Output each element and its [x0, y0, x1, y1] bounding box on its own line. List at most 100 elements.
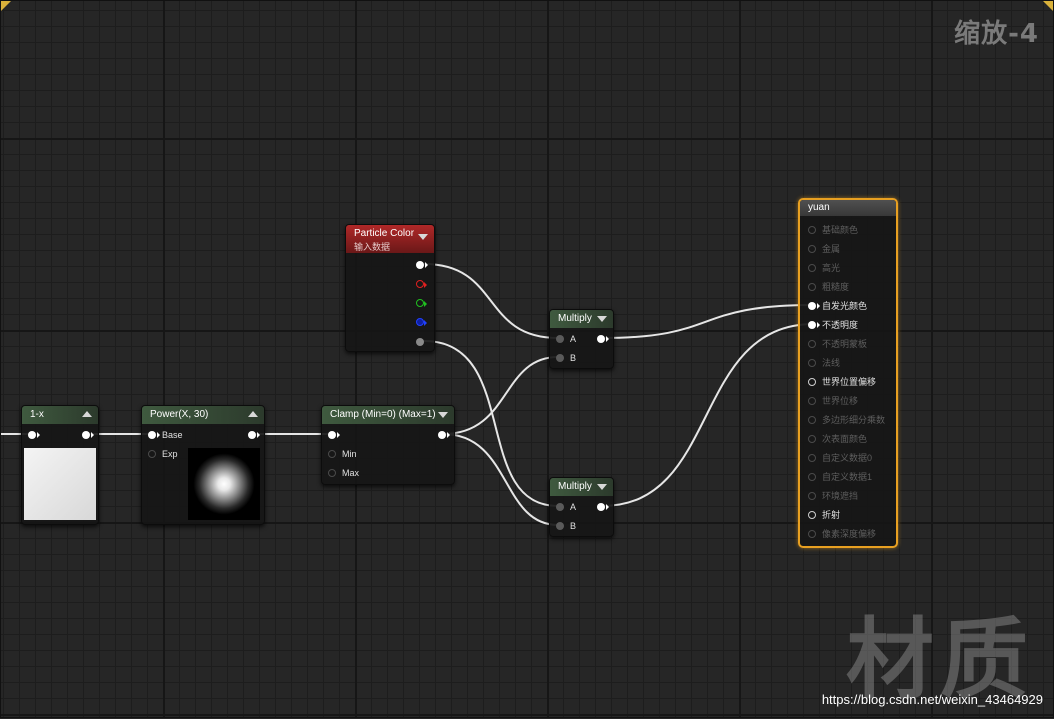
multiply-bottom-a-pin-row[interactable]: A — [556, 500, 576, 514]
material-output-pin-row[interactable]: 像素深度偏移 — [808, 527, 876, 541]
material-output-pin-label: 多边形细分乘数 — [822, 415, 886, 425]
collapse-arrow-icon[interactable] — [597, 484, 607, 490]
input-pin-icon[interactable] — [808, 320, 820, 329]
multiply-bottom-node[interactable]: Multiply A B — [549, 477, 614, 537]
output-pin-icon[interactable] — [82, 430, 94, 439]
alpha-channel-pin-icon[interactable] — [416, 337, 424, 346]
material-output-pin-label: 基础颜色 — [822, 225, 859, 235]
input-pin-icon[interactable] — [556, 353, 564, 362]
material-output-pin-row[interactable]: 粗糙度 — [808, 280, 849, 294]
power-output-pin-row[interactable] — [248, 428, 260, 442]
collapse-arrow-icon[interactable] — [418, 234, 428, 240]
clamp-input-pin-row[interactable] — [328, 428, 340, 442]
material-output-pin-row[interactable]: 不透明蒙板 — [808, 337, 867, 351]
output-pin-icon[interactable] — [597, 502, 609, 511]
collapse-arrow-icon[interactable] — [248, 411, 258, 417]
particle-g-pin-row[interactable] — [416, 296, 427, 310]
particle-r-pin-row[interactable] — [416, 277, 427, 291]
particle-b-pin-row[interactable] — [416, 315, 427, 329]
material-output-header[interactable]: yuan — [800, 200, 896, 216]
clamp-output-pin-row[interactable] — [438, 428, 450, 442]
particle-rgb-pin-row[interactable] — [416, 258, 428, 272]
material-output-pin-row[interactable]: 金属 — [808, 242, 840, 256]
input-pin-icon[interactable] — [808, 244, 816, 253]
collapse-arrow-icon[interactable] — [82, 411, 92, 417]
input-pin-icon[interactable] — [808, 491, 816, 500]
input-pin-icon[interactable] — [808, 358, 816, 367]
material-output-pin-row[interactable]: 高光 — [808, 261, 840, 275]
material-output-pin-row[interactable]: 基础颜色 — [808, 223, 858, 237]
multiply-top-a-pin-row[interactable]: A — [556, 332, 576, 346]
clamp-max-pin-row[interactable]: Max — [328, 466, 359, 480]
input-pin-icon[interactable] — [328, 430, 340, 439]
multiply-top-b-pin-row[interactable]: B — [556, 351, 576, 365]
input-pin-icon[interactable] — [148, 430, 160, 439]
input-pin-icon[interactable] — [28, 430, 40, 439]
multiply-bottom-output-pin-row[interactable] — [597, 500, 609, 514]
input-pin-icon[interactable] — [808, 301, 820, 310]
clamp-header[interactable]: Clamp (Min=0) (Max=1) — [322, 406, 454, 424]
multiply-bottom-header[interactable]: Multiply — [550, 478, 613, 496]
collapse-arrow-icon[interactable] — [438, 412, 448, 418]
input-pin-icon[interactable] — [808, 263, 816, 272]
red-channel-pin-icon[interactable] — [416, 279, 427, 288]
material-output-pin-row[interactable]: 世界位移 — [808, 394, 858, 408]
input-pin-icon[interactable] — [808, 282, 816, 291]
multiply-top-header[interactable]: Multiply — [550, 310, 613, 328]
input-pin-icon[interactable] — [328, 468, 336, 477]
input-pin-icon[interactable] — [148, 449, 156, 458]
material-output-pin-row[interactable]: 世界位置偏移 — [808, 375, 876, 389]
blue-channel-pin-icon[interactable] — [416, 317, 427, 326]
one-minus-header[interactable]: 1-x — [22, 406, 98, 424]
material-output-pin-row[interactable]: 多边形细分乘数 — [808, 413, 885, 427]
input-pin-icon[interactable] — [808, 339, 816, 348]
particle-color-node[interactable]: Particle Color 输入数据 — [345, 224, 435, 352]
green-channel-pin-icon[interactable] — [416, 298, 427, 307]
multiply-top-node[interactable]: Multiply A B — [549, 309, 614, 369]
input-pin-icon[interactable] — [808, 396, 816, 405]
multiply-top-output-pin-row[interactable] — [597, 332, 609, 346]
material-output-pin-row[interactable]: 次表面颜色 — [808, 432, 867, 446]
one-minus-output-pin-row[interactable] — [82, 428, 94, 442]
material-output-pin-label: 自定义数据1 — [822, 472, 873, 482]
clamp-min-pin-row[interactable]: Min — [328, 447, 357, 461]
one-minus-node[interactable]: 1-x — [21, 405, 99, 525]
input-pin-icon[interactable] — [808, 529, 816, 538]
power-exp-pin-row[interactable]: Exp — [148, 447, 178, 461]
input-pin-icon[interactable] — [808, 453, 816, 462]
particle-color-title: Particle Color — [354, 228, 415, 239]
input-pin-icon[interactable] — [556, 502, 564, 511]
input-pin-icon[interactable] — [556, 334, 564, 343]
input-pin-icon[interactable] — [556, 521, 564, 530]
power-preview-image — [188, 448, 260, 520]
material-output-pin-row[interactable]: 折射 — [808, 508, 840, 522]
input-pin-icon[interactable] — [808, 472, 816, 481]
input-pin-icon[interactable] — [808, 434, 816, 443]
material-graph-canvas[interactable]: 缩放-4 1-x Power(X, 30) Base Exp Clamp (Mi… — [0, 0, 1054, 718]
material-output-node[interactable]: yuan 基础颜色金属高光粗糙度自发光颜色不透明度不透明蒙板法线世界位置偏移 世界… — [798, 198, 898, 548]
power-node[interactable]: Power(X, 30) Base Exp — [141, 405, 265, 525]
clamp-node[interactable]: Clamp (Min=0) (Max=1) Min Max — [321, 405, 455, 485]
power-base-pin-row[interactable]: Base — [148, 428, 183, 442]
input-pin-icon[interactable] — [808, 510, 816, 519]
output-pin-icon[interactable] — [248, 430, 260, 439]
input-pin-icon[interactable] — [808, 225, 816, 234]
collapse-arrow-icon[interactable] — [597, 316, 607, 322]
output-pin-icon[interactable] — [438, 430, 450, 439]
material-output-pin-row[interactable]: 自定义数据1 — [808, 470, 872, 484]
one-minus-input-pin-row[interactable] — [28, 428, 40, 442]
particle-color-header[interactable]: Particle Color 输入数据 — [346, 225, 434, 253]
output-pin-icon[interactable] — [597, 334, 609, 343]
output-pin-icon[interactable] — [416, 260, 428, 269]
particle-a-pin-row[interactable] — [416, 335, 424, 349]
multiply-bottom-b-pin-row[interactable]: B — [556, 519, 576, 533]
material-output-pin-row[interactable]: 不透明度 — [808, 318, 858, 332]
material-output-pin-row[interactable]: 自定义数据0 — [808, 451, 872, 465]
input-pin-icon[interactable] — [808, 415, 816, 424]
input-pin-icon[interactable] — [328, 449, 336, 458]
material-output-pin-row[interactable]: 法线 — [808, 356, 840, 370]
power-header[interactable]: Power(X, 30) — [142, 406, 264, 424]
material-output-pin-row[interactable]: 自发光颜色 — [808, 299, 867, 313]
material-output-pin-row[interactable]: 环境遮挡 — [808, 489, 858, 503]
input-pin-icon[interactable] — [808, 377, 816, 386]
